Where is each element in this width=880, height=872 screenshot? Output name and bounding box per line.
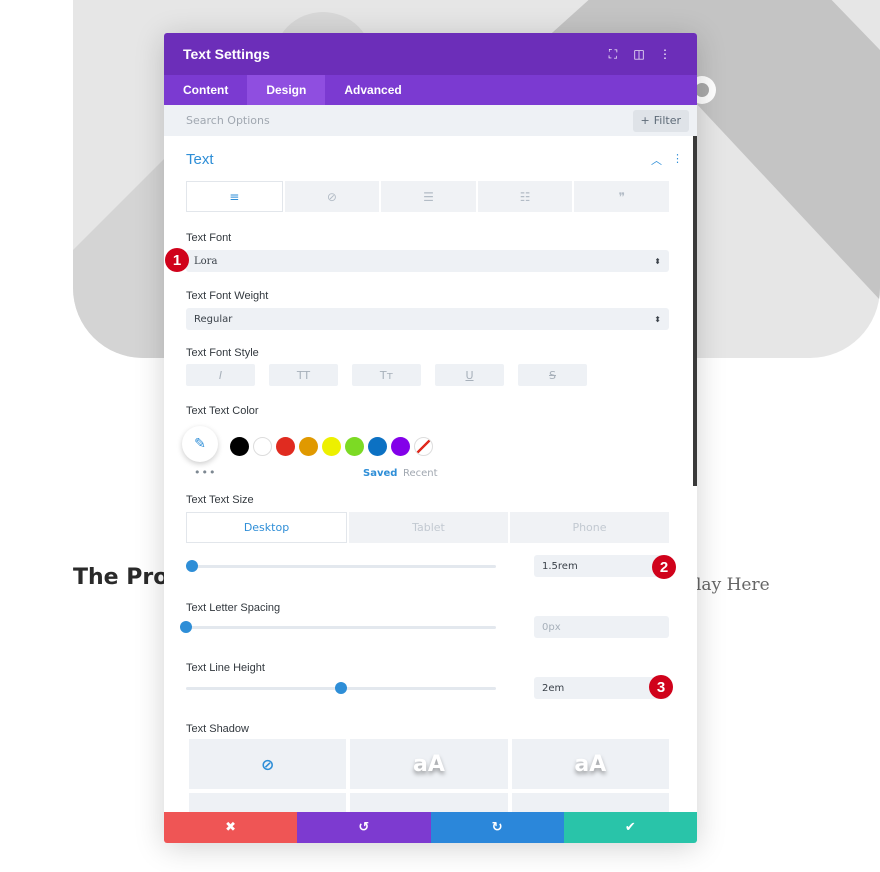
italic-button[interactable]: I: [186, 364, 255, 386]
swatch-blue[interactable]: [368, 437, 387, 456]
line-height-label: Text Line Height: [186, 662, 265, 674]
tab-desktop[interactable]: Desktop: [186, 512, 347, 543]
font-style-buttons: I TT Tт U S: [186, 364, 587, 386]
cancel-button[interactable]: ✖: [164, 812, 298, 843]
modal-footer: ✖ ↺ ↻ ✔: [164, 812, 697, 843]
swatch-yellow[interactable]: [322, 437, 341, 456]
swatch-green[interactable]: [345, 437, 364, 456]
cancel-icon: ✖: [225, 820, 237, 835]
saved-colors-tab[interactable]: Saved: [363, 468, 397, 479]
text-font-weight-label: Text Font Weight: [186, 290, 269, 302]
more-icon[interactable]: ⋮: [652, 47, 678, 61]
no-shadow-icon[interactable]: ⊘: [189, 739, 347, 789]
link-off-icon[interactable]: ⊘: [284, 181, 380, 212]
text-font-label: Text Font: [186, 232, 232, 244]
text-size-input[interactable]: 1.5rem: [534, 555, 669, 577]
annotation-marker-2: 2: [652, 555, 676, 579]
tab-content[interactable]: Content: [164, 75, 247, 105]
tab-tablet[interactable]: Tablet: [349, 512, 508, 543]
letter-spacing-label: Text Letter Spacing: [186, 602, 281, 614]
uppercase-button[interactable]: TT: [269, 364, 338, 386]
save-icon: ✔: [624, 820, 636, 835]
chevron-up-icon[interactable]: ︿: [651, 152, 662, 168]
swatch-purple[interactable]: [391, 437, 410, 456]
recent-colors-tab[interactable]: Recent: [403, 468, 438, 479]
more-colors-icon[interactable]: •••: [194, 466, 216, 479]
save-button[interactable]: ✔: [563, 812, 697, 843]
shadow-preset-4[interactable]: [350, 793, 508, 813]
align-left-icon[interactable]: ≡: [186, 181, 283, 212]
blockquote-icon[interactable]: ❞: [574, 181, 669, 212]
underline-button[interactable]: U: [435, 364, 504, 386]
search-input[interactable]: Search Options: [186, 114, 633, 127]
expand-icon[interactable]: ⛶: [600, 47, 626, 62]
text-shadow-presets: ⊘ aA aA: [189, 739, 669, 813]
shadow-preset-5[interactable]: [511, 793, 669, 813]
undo-icon: ↺: [358, 820, 370, 835]
plus-icon: +: [640, 114, 650, 127]
scrollbar[interactable]: [693, 136, 697, 486]
section-title[interactable]: Text: [186, 151, 214, 168]
text-format-tabs: ≡ ⊘ ☰ ☷ ❞: [186, 181, 669, 212]
redo-icon: ↻: [491, 820, 503, 835]
section-more-icon[interactable]: ⋮: [672, 152, 683, 168]
page-heading: The Pro: [73, 565, 169, 590]
redo-button[interactable]: ↻: [430, 812, 564, 843]
shadow-preset-1[interactable]: aA: [350, 739, 508, 789]
modal-tabs: Content Design Advanced: [164, 75, 697, 105]
capitalize-button[interactable]: Tт: [352, 364, 421, 386]
section-controls: ︿ ⋮: [651, 152, 683, 168]
swatch-orange[interactable]: [299, 437, 318, 456]
strikethrough-button[interactable]: S: [518, 364, 587, 386]
text-shadow-label: Text Shadow: [186, 723, 249, 735]
text-size-label: Text Text Size: [186, 494, 254, 506]
tab-phone[interactable]: Phone: [510, 512, 669, 543]
slider-handle[interactable]: [180, 621, 192, 633]
undo-button[interactable]: ↺: [297, 812, 431, 843]
tab-advanced[interactable]: Advanced: [325, 75, 420, 105]
annotation-marker-3: 3: [649, 675, 673, 699]
eyedropper-icon[interactable]: ✎: [182, 426, 218, 462]
text-size-slider[interactable]: [186, 560, 496, 572]
letter-spacing-input[interactable]: 0px: [534, 616, 669, 638]
select-caret-icon: ⬍: [654, 314, 661, 324]
letter-spacing-slider[interactable]: [180, 621, 496, 633]
text-font-weight-value: Regular: [194, 313, 233, 325]
device-tabs: Desktop Tablet Phone: [186, 512, 669, 543]
select-caret-icon: ⬍: [654, 256, 661, 266]
swatch-black[interactable]: [230, 437, 249, 456]
text-font-style-label: Text Font Style: [186, 347, 259, 359]
clear-color-icon[interactable]: [414, 437, 433, 456]
modal-title: Text Settings: [183, 46, 270, 62]
tab-design[interactable]: Design: [247, 75, 326, 105]
filter-button[interactable]: + Filter: [632, 109, 689, 132]
page-subtitle: lay Here: [696, 575, 770, 595]
slider-handle[interactable]: [186, 560, 199, 572]
slider-handle[interactable]: [335, 682, 347, 694]
annotation-marker-1: 1: [165, 248, 189, 272]
shadow-preset-2[interactable]: aA: [511, 739, 669, 789]
shadow-preset-3[interactable]: [189, 793, 347, 813]
line-height-slider[interactable]: [186, 682, 496, 694]
text-settings-modal: Text Settings ⛶ ◫ ⋮ Content Design Advan…: [164, 33, 697, 843]
text-color-label: Text Text Color: [186, 405, 259, 417]
modal-header: Text Settings ⛶ ◫ ⋮: [164, 33, 697, 75]
color-swatches: [230, 437, 433, 456]
text-font-weight-select[interactable]: Regular ⬍: [186, 308, 669, 330]
swatch-red[interactable]: [276, 437, 295, 456]
split-view-icon[interactable]: ◫: [626, 47, 652, 61]
text-font-select[interactable]: Lora ⬍: [186, 250, 669, 272]
list-ordered-icon[interactable]: ☷: [477, 181, 573, 212]
settings-body: Text ︿ ⋮ ≡ ⊘ ☰ ☷ ❞ Text Font Lora ⬍ Text…: [164, 136, 697, 813]
filter-label: Filter: [653, 114, 681, 127]
swatch-white[interactable]: [253, 437, 272, 456]
search-bar: Search Options + Filter: [164, 105, 697, 136]
list-unordered-icon[interactable]: ☰: [381, 181, 476, 212]
text-font-value: Lora: [194, 255, 218, 267]
